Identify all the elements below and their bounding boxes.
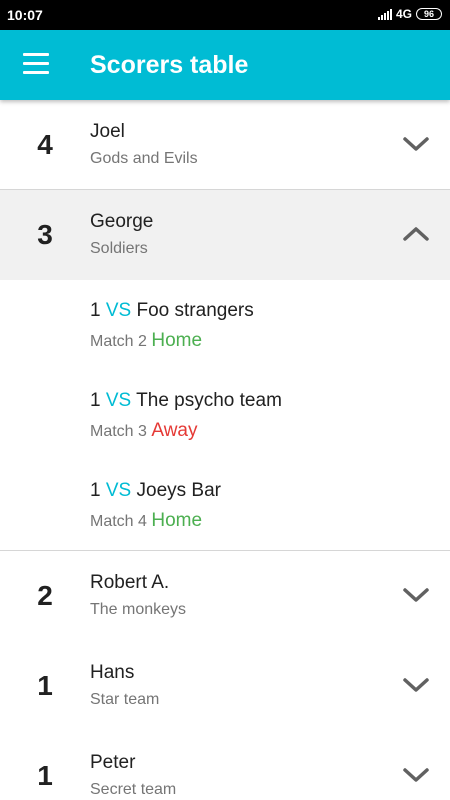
status-indicators: 4G 96: [377, 7, 442, 21]
scorer-team: The monkeys: [90, 601, 187, 618]
scorer-row[interactable]: 1 Peter Secret team: [0, 731, 450, 800]
match-item: 1 VS The psycho team Match 3 Away: [0, 370, 450, 460]
battery-level: 96: [423, 8, 434, 19]
chevron-down-icon[interactable]: [402, 763, 430, 787]
chevron-down-icon[interactable]: [402, 673, 430, 697]
scorer-name: Robert A.: [90, 572, 170, 593]
match-number: Match 3: [90, 423, 147, 440]
scorer-team: Star team: [90, 691, 160, 708]
match-opponent: Joeys Bar: [136, 480, 221, 501]
match-goals: 1: [90, 480, 101, 501]
network-type: 4G: [395, 7, 412, 21]
vs-label: VS: [105, 300, 132, 321]
match-list: 1 VS Foo strangers Match 2 Home 1 VS The…: [0, 280, 450, 551]
scorer-name: Peter: [90, 752, 136, 773]
scorer-name: George: [90, 211, 154, 232]
page-title: Scorers table: [90, 51, 249, 79]
venue-home: Home: [151, 510, 203, 531]
chevron-down-icon[interactable]: [402, 132, 430, 156]
match-item: 1 VS Foo strangers Match 2 Home: [0, 280, 450, 370]
venue-home: Home: [151, 330, 203, 351]
match-opponent: The psycho team: [136, 390, 282, 411]
scorer-team: Secret team: [90, 781, 177, 798]
scorer-name: Hans: [90, 662, 135, 683]
chevron-up-icon[interactable]: [402, 222, 430, 246]
match-goals: 1: [90, 390, 101, 411]
match-number: Match 2: [90, 333, 147, 350]
scorer-goals: 4: [37, 129, 53, 160]
status-time: 10:07: [7, 7, 43, 23]
match-goals: 1: [90, 300, 101, 321]
status-bar: 10:07 4G 96: [0, 0, 450, 30]
vs-label: VS: [105, 480, 132, 501]
vs-label: VS: [105, 390, 132, 411]
battery-icon: 96: [416, 8, 442, 20]
scorer-row[interactable]: 4 Joel Gods and Evils: [0, 100, 450, 190]
scorer-team: Soldiers: [90, 240, 148, 257]
scorer-goals: 1: [37, 760, 53, 791]
chevron-down-icon[interactable]: [402, 583, 430, 607]
hamburger-menu-icon[interactable]: [23, 53, 49, 75]
scorer-name: Joel: [90, 121, 125, 142]
scorer-row[interactable]: 2 Robert A. The monkeys: [0, 551, 450, 641]
match-item: 1 VS Joeys Bar Match 4 Home: [0, 460, 450, 550]
scorers-list: 4 Joel Gods and Evils 3 George Soldiers …: [0, 100, 450, 800]
scorer-row-expanded[interactable]: 3 George Soldiers: [0, 190, 450, 280]
scorer-goals: 3: [37, 219, 53, 250]
scorer-goals: 2: [37, 580, 53, 611]
venue-away: Away: [151, 420, 198, 441]
match-opponent: Foo strangers: [136, 300, 254, 321]
signal-strength-icon: [377, 8, 392, 20]
scorer-team: Gods and Evils: [90, 150, 198, 167]
app-bar: Scorers table: [0, 30, 450, 100]
match-number: Match 4: [90, 513, 147, 530]
scorer-row[interactable]: 1 Hans Star team: [0, 641, 450, 731]
scorer-goals: 1: [37, 670, 53, 701]
